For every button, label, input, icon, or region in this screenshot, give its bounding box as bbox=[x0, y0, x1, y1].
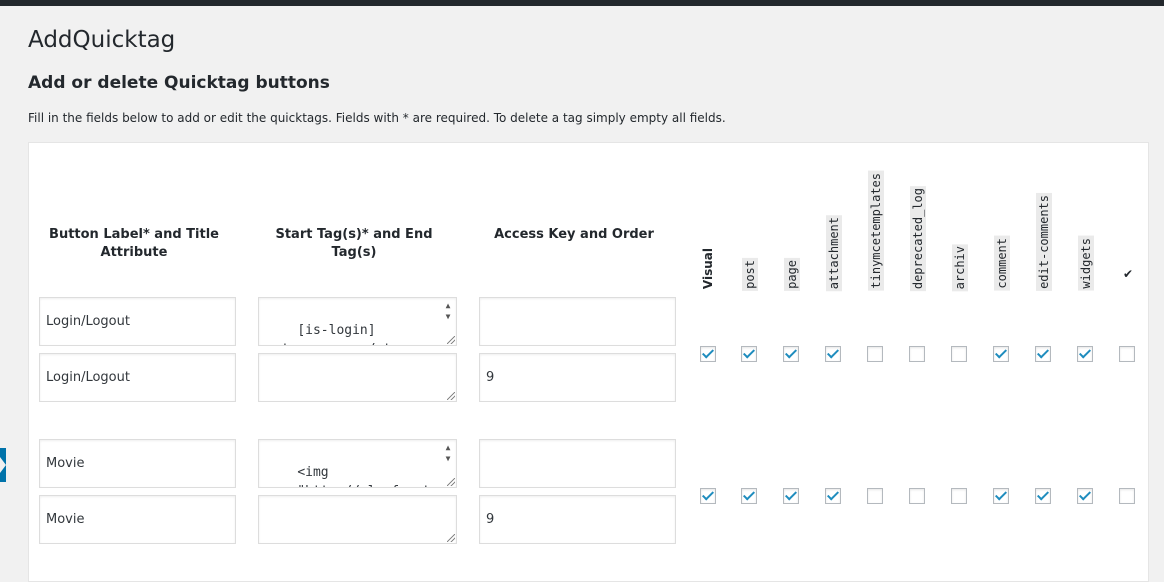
checkbox-comment[interactable] bbox=[993, 488, 1009, 504]
page-title: AddQuicktag bbox=[28, 27, 176, 53]
checkbox-page[interactable] bbox=[783, 346, 799, 362]
header-page: page bbox=[784, 258, 800, 291]
access-key-input[interactable] bbox=[479, 297, 676, 346]
header-widgets: widgets bbox=[1078, 236, 1094, 291]
start-tag-text: <img src="http://playfront .de/... bbox=[266, 465, 430, 487]
order-input[interactable]: 9 bbox=[479, 353, 676, 402]
description: Fill in the fields below to add or edit … bbox=[28, 111, 726, 125]
admin-top-bar bbox=[0, 0, 1164, 6]
checkbox-visual[interactable] bbox=[700, 346, 716, 362]
start-tag-textarea[interactable]: [is-login] <strong>++++</strong> [/is-lo… bbox=[258, 297, 457, 346]
checkbox-post[interactable] bbox=[741, 346, 757, 362]
end-tag-textarea[interactable] bbox=[258, 495, 457, 544]
resize-handle[interactable] bbox=[447, 534, 455, 542]
checkbox-attachment[interactable] bbox=[825, 488, 841, 504]
checkbox-comment[interactable] bbox=[993, 346, 1009, 362]
header-deprecated-log: deprecated_log bbox=[910, 185, 926, 291]
section-title: Add or delete Quicktag buttons bbox=[28, 73, 330, 93]
resize-handle[interactable] bbox=[447, 392, 455, 400]
checkbox-widgets[interactable] bbox=[1077, 488, 1093, 504]
order-input[interactable]: 9 bbox=[479, 495, 676, 544]
end-tag-textarea[interactable] bbox=[258, 353, 457, 402]
header-access-key: Access Key and Order bbox=[494, 227, 654, 242]
header-edit-comments: edit-comments bbox=[1036, 193, 1052, 291]
checkbox-edit-comments[interactable] bbox=[1035, 488, 1051, 504]
textarea-scrollbar[interactable]: ▲ ▼ bbox=[442, 442, 454, 482]
checkbox-post[interactable] bbox=[741, 488, 757, 504]
checkbox-page[interactable] bbox=[783, 488, 799, 504]
header-attachment: attachment bbox=[826, 214, 842, 291]
checkbox-tinymcetemplates[interactable] bbox=[867, 488, 883, 504]
header-archiv: archiv bbox=[952, 243, 968, 291]
button-label-input[interactable]: Login/Logout bbox=[39, 297, 236, 346]
title-attribute-input[interactable]: Movie bbox=[39, 495, 236, 544]
header-post: post bbox=[742, 258, 758, 291]
title-attribute-input[interactable]: Login/Logout bbox=[39, 353, 236, 402]
checkbox-visual[interactable] bbox=[700, 488, 716, 504]
checkbox-select-all[interactable] bbox=[1119, 488, 1135, 504]
header-tinymcetemplates: tinymcetemplates bbox=[868, 171, 884, 291]
start-tag-text: [is-login] <strong>++++</strong> [/is-lo… bbox=[266, 323, 430, 345]
header-comment: comment bbox=[994, 236, 1010, 291]
admin-menu-current-indicator bbox=[0, 448, 6, 482]
quicktag-table: Button Label* and Title Attribute Start … bbox=[28, 142, 1149, 582]
resize-handle[interactable] bbox=[447, 336, 455, 344]
access-key-input[interactable] bbox=[479, 439, 676, 488]
header-button-label: Button Label* and Title Attribute bbox=[49, 227, 219, 260]
checkbox-archiv[interactable] bbox=[951, 346, 967, 362]
resize-handle[interactable] bbox=[447, 478, 455, 486]
checkbox-select-all[interactable] bbox=[1119, 346, 1135, 362]
button-label-input[interactable]: Movie bbox=[39, 439, 236, 488]
checkbox-deprecated-log[interactable] bbox=[909, 346, 925, 362]
checkbox-tinymcetemplates[interactable] bbox=[867, 346, 883, 362]
checkbox-archiv[interactable] bbox=[951, 488, 967, 504]
textarea-scrollbar[interactable]: ▲ ▼ bbox=[442, 300, 454, 340]
checkbox-widgets[interactable] bbox=[1077, 346, 1093, 362]
checkbox-attachment[interactable] bbox=[825, 346, 841, 362]
checkbox-edit-comments[interactable] bbox=[1035, 346, 1051, 362]
check-all-header[interactable]: ✔ bbox=[1123, 267, 1133, 281]
start-tag-textarea[interactable]: <img src="http://playfront .de/... ▲▼ bbox=[258, 439, 457, 488]
header-tags: Start Tag(s)* and End Tag(s) bbox=[275, 227, 433, 260]
checkbox-deprecated-log[interactable] bbox=[909, 488, 925, 504]
header-visual: Visual bbox=[701, 247, 715, 289]
